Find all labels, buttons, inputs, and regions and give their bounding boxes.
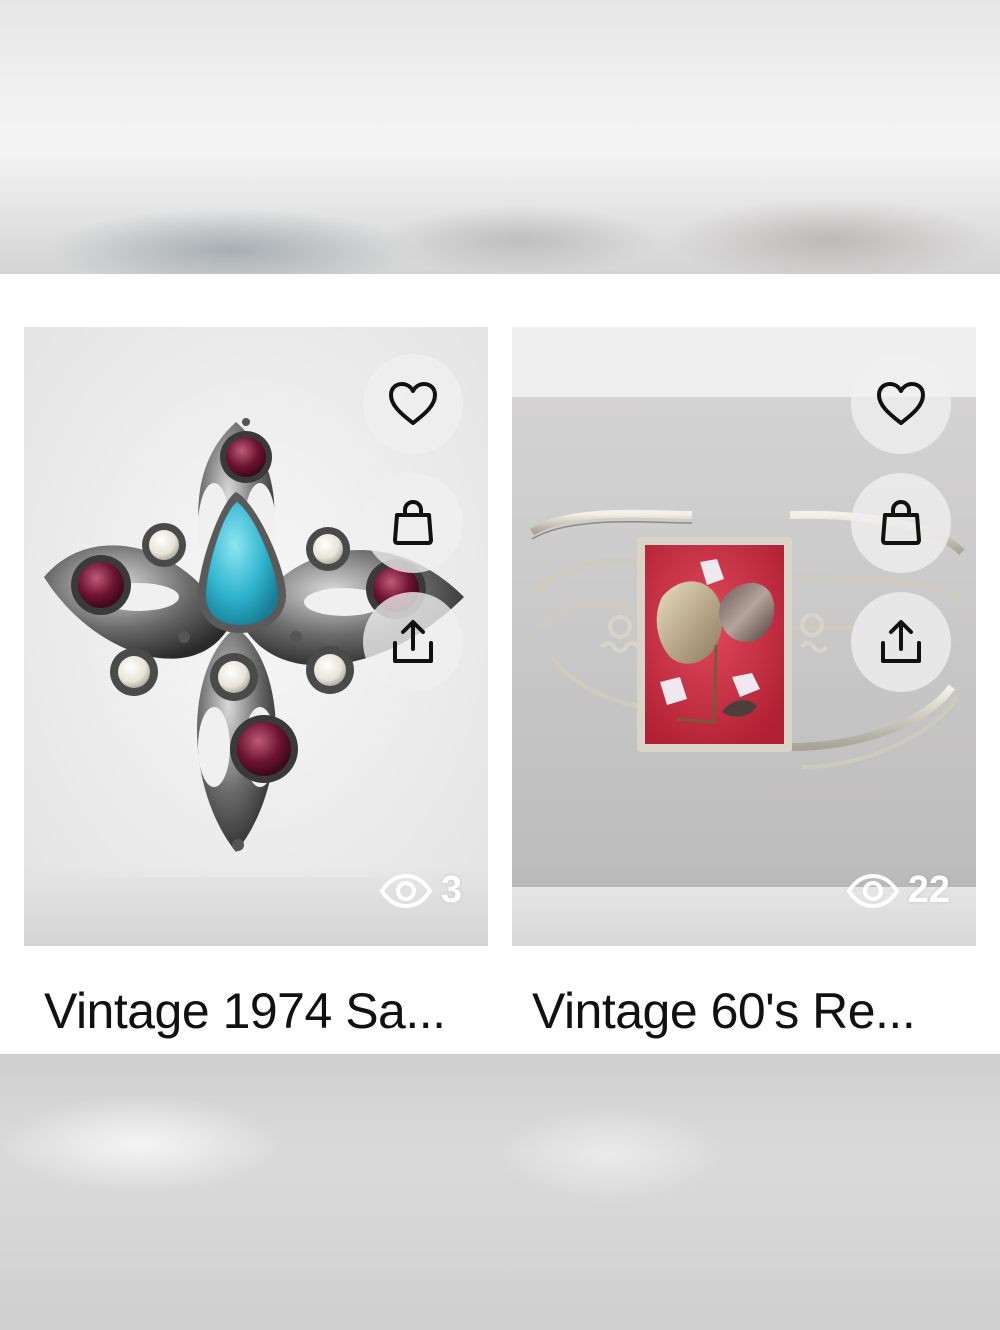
- share-button[interactable]: [851, 592, 951, 692]
- heart-icon: [389, 382, 437, 425]
- share-icon: [881, 620, 921, 663]
- view-count: 3: [379, 869, 462, 912]
- add-to-cart-button[interactable]: [363, 473, 463, 573]
- share-icon: [393, 620, 433, 663]
- favorite-button[interactable]: [851, 354, 951, 454]
- add-to-cart-button[interactable]: [851, 473, 951, 573]
- view-count: 22: [846, 869, 950, 912]
- blurred-background-bottom: [0, 1054, 1000, 1330]
- heart-icon: [877, 382, 925, 425]
- product-image-container[interactable]: 22: [512, 327, 976, 946]
- product-title[interactable]: Vintage 1974 Sa...: [24, 982, 488, 1040]
- view-count-value: 22: [907, 869, 950, 911]
- product-title[interactable]: Vintage 60's Re...: [512, 982, 976, 1040]
- view-count-value: 3: [440, 869, 462, 911]
- eye-icon: [846, 873, 900, 908]
- share-button[interactable]: [363, 592, 463, 692]
- product-card[interactable]: 22 Vintage 60's Re...: [512, 327, 976, 1040]
- product-image-container[interactable]: 3: [24, 327, 488, 946]
- product-card[interactable]: 3 Vintage 1974 Sa...: [24, 327, 488, 1040]
- shopping-bag-icon: [881, 500, 921, 545]
- blurred-background-top: [0, 0, 1000, 274]
- shopping-bag-icon: [393, 500, 433, 545]
- product-grid: 3 Vintage 1974 Sa... 22 Vintage 60's Re.…: [0, 274, 1000, 1054]
- favorite-button[interactable]: [363, 354, 463, 454]
- eye-icon: [379, 873, 433, 908]
